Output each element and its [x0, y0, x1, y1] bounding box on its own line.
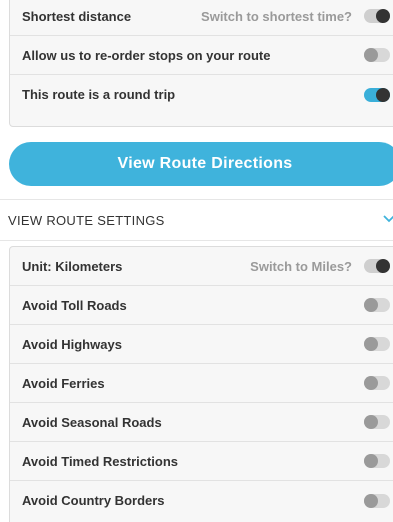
setting-label: Avoid Timed Restrictions	[22, 453, 179, 469]
toggle-knob	[376, 259, 390, 273]
chevron-down-icon	[383, 215, 393, 223]
setting-label: Avoid Seasonal Roads	[22, 414, 162, 430]
route-option-round-trip: This route is a round trip	[10, 75, 393, 114]
toggle-knob	[364, 376, 378, 390]
toggle-knob	[364, 415, 378, 429]
route-option-reorder-stops: Allow us to re-order stops on your route	[10, 36, 393, 75]
avoid-ferries-toggle[interactable]	[364, 376, 390, 390]
setting-avoid-highways: Avoid Highways	[10, 325, 393, 364]
unit-toggle[interactable]	[364, 259, 390, 273]
route-option-label: Allow us to re-order stops on your route	[22, 47, 271, 63]
route-option-shortest-distance: Shortest distance Switch to shortest tim…	[10, 0, 393, 36]
view-route-directions-button[interactable]: View Route Directions	[9, 142, 393, 186]
setting-label: Avoid Ferries	[22, 375, 105, 391]
switch-to-shortest-time-link[interactable]: Switch to shortest time?	[201, 9, 352, 24]
route-settings-header[interactable]: VIEW ROUTE SETTINGS	[0, 199, 393, 241]
setting-unit: Unit: Kilometers Switch to Miles?	[10, 247, 393, 286]
route-options-card: Shortest distance Switch to shortest tim…	[9, 0, 393, 127]
avoid-seasonal-roads-toggle[interactable]	[364, 415, 390, 429]
route-settings-title: VIEW ROUTE SETTINGS	[8, 212, 165, 228]
setting-label: Avoid Toll Roads	[22, 297, 127, 313]
round-trip-toggle[interactable]	[364, 87, 390, 102]
avoid-timed-restrictions-toggle[interactable]	[364, 454, 390, 468]
route-option-label: This route is a round trip	[22, 87, 176, 102]
setting-avoid-timed-restrictions: Avoid Timed Restrictions	[10, 442, 393, 481]
shortest-distance-toggle[interactable]	[364, 9, 390, 23]
avoid-toll-roads-toggle[interactable]	[364, 298, 390, 312]
route-settings-card: Unit: Kilometers Switch to Miles? Avoid …	[9, 246, 393, 522]
reorder-stops-toggle[interactable]	[364, 48, 390, 62]
switch-to-miles-link[interactable]: Switch to Miles?	[250, 259, 352, 274]
setting-avoid-country-borders: Avoid Country Borders	[10, 481, 393, 520]
toggle-knob	[376, 87, 390, 102]
setting-label: Avoid Highways	[22, 336, 122, 352]
toggle-knob	[364, 298, 378, 312]
setting-label: Avoid Country Borders	[22, 493, 165, 508]
setting-avoid-seasonal-roads: Avoid Seasonal Roads	[10, 403, 393, 442]
toggle-knob	[364, 493, 378, 508]
avoid-country-borders-toggle[interactable]	[364, 493, 390, 508]
toggle-knob	[364, 48, 378, 62]
toggle-knob	[376, 9, 390, 23]
route-option-label: Shortest distance	[22, 8, 132, 24]
setting-avoid-toll-roads: Avoid Toll Roads	[10, 286, 393, 325]
toggle-knob	[364, 337, 378, 351]
avoid-highways-toggle[interactable]	[364, 337, 390, 351]
setting-label: Unit: Kilometers	[22, 258, 123, 274]
setting-avoid-ferries: Avoid Ferries	[10, 364, 393, 403]
toggle-knob	[364, 454, 378, 468]
